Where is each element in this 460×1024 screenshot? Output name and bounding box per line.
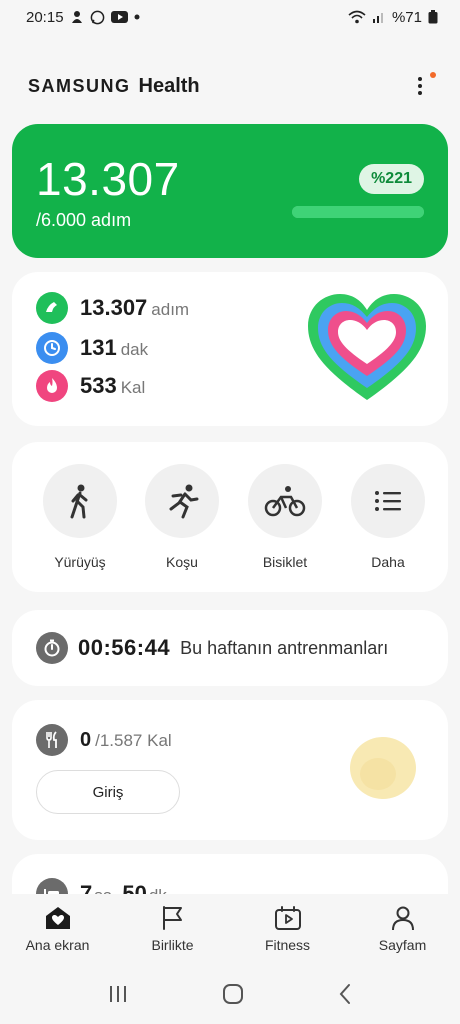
steps-metric: 13.307 adım (36, 292, 189, 324)
active-time-value: 131 (80, 335, 117, 360)
steps-count: 13.307 (36, 153, 180, 205)
nav-fitness[interactable]: Fitness (230, 894, 345, 964)
calories-metric: 533 Kal (36, 370, 145, 402)
clock-icon (36, 332, 68, 364)
food-card[interactable]: 0/1.587 Kal Giriş (12, 700, 448, 840)
flag-icon (162, 906, 182, 930)
activity-card[interactable]: 13.307 adım 131 dak 533 Kal (12, 272, 448, 426)
workout-running-label: Koşu (166, 554, 198, 570)
system-navigation-bar (0, 964, 460, 1024)
battery-percent: %71 (391, 8, 422, 26)
home-icon[interactable] (222, 983, 244, 1005)
food-row: 0/1.587 Kal (36, 724, 172, 756)
dot-icon (134, 14, 140, 20)
stopwatch-icon (36, 632, 68, 664)
walking-icon (70, 484, 88, 519)
status-bar: 20:15 %71 (0, 0, 460, 34)
app-logo: SAMSUNG Health (28, 75, 200, 98)
workout-cycling-label: Bisiklet (262, 554, 308, 570)
steps-summary-card[interactable]: 13.307 /6.000 adım %221 (12, 124, 448, 258)
weekly-workout-time: 00:56:44 (78, 635, 171, 660)
weekly-workouts-card[interactable]: 00:56:44 Bu haftanın antrenmanları (12, 610, 448, 686)
nav-home-label: Ana ekran (25, 937, 90, 953)
workout-walking[interactable]: Yürüyüş (40, 464, 120, 570)
workouts-card: Yürüyüş Koşu Bisiklet Daha (12, 442, 448, 592)
youtube-icon (110, 11, 128, 23)
flame-icon (36, 370, 68, 402)
brand-samsung: SAMSUNG (28, 75, 131, 96)
nav-my-page-label: Sayfam (378, 937, 427, 953)
fitness-play-icon (274, 906, 301, 930)
steps-percent-badge: %221 (359, 164, 424, 194)
wifi-icon (348, 10, 366, 24)
cycling-icon (264, 486, 306, 517)
recent-apps-icon[interactable] (107, 984, 129, 1004)
app-header: SAMSUNG Health (0, 66, 460, 106)
whatsapp-icon (90, 10, 105, 25)
notification-dot (430, 72, 436, 78)
running-icon (169, 484, 199, 519)
activity-heart-rings-icon (308, 294, 426, 400)
food-calories-goal: /1.587 Kal (95, 730, 172, 750)
active-time-metric: 131 dak (36, 332, 148, 364)
steps-metric-value: 13.307 (80, 295, 148, 320)
lemon-icon (350, 737, 416, 799)
back-icon[interactable] (337, 983, 353, 1005)
nav-fitness-label: Fitness (264, 937, 311, 953)
steps-progress-bar (292, 206, 424, 218)
signal-icon (372, 10, 386, 24)
nav-together[interactable]: Birlikte (115, 894, 230, 964)
status-time: 20:15 (26, 8, 64, 26)
weekly-workout-label: Bu haftanın antrenmanları (180, 637, 389, 658)
nav-together-label: Birlikte (151, 937, 194, 953)
battery-icon (428, 10, 438, 24)
nav-home[interactable]: Ana ekran (0, 894, 115, 964)
brand-health: Health (138, 74, 200, 97)
steps-goal: /6.000 adım (36, 210, 132, 230)
shoe-icon (36, 292, 68, 324)
calories-value: 533 (80, 373, 117, 398)
calories-unit: Kal (120, 378, 146, 397)
workout-more[interactable]: Daha (348, 464, 428, 570)
food-calories-value: 0 (80, 728, 92, 751)
workout-running[interactable]: Koşu (142, 464, 222, 570)
workout-more-label: Daha (371, 554, 405, 570)
steps-progress-fill (292, 206, 424, 218)
notification-icon (70, 10, 84, 24)
bottom-navigation: Ana ekran Birlikte Fitness Sayfam (0, 894, 460, 964)
home-heart-icon (45, 907, 70, 929)
person-icon (391, 906, 414, 931)
more-options-button[interactable] (408, 71, 436, 101)
list-icon (375, 491, 401, 511)
steps-metric-unit: adım (151, 300, 190, 319)
active-time-unit: dak (120, 340, 149, 359)
workout-walking-label: Yürüyüş (54, 554, 106, 570)
nav-my-page[interactable]: Sayfam (345, 894, 460, 964)
workout-cycling[interactable]: Bisiklet (245, 464, 325, 570)
log-food-button[interactable]: Giriş (36, 770, 180, 814)
fork-knife-icon (36, 724, 68, 756)
